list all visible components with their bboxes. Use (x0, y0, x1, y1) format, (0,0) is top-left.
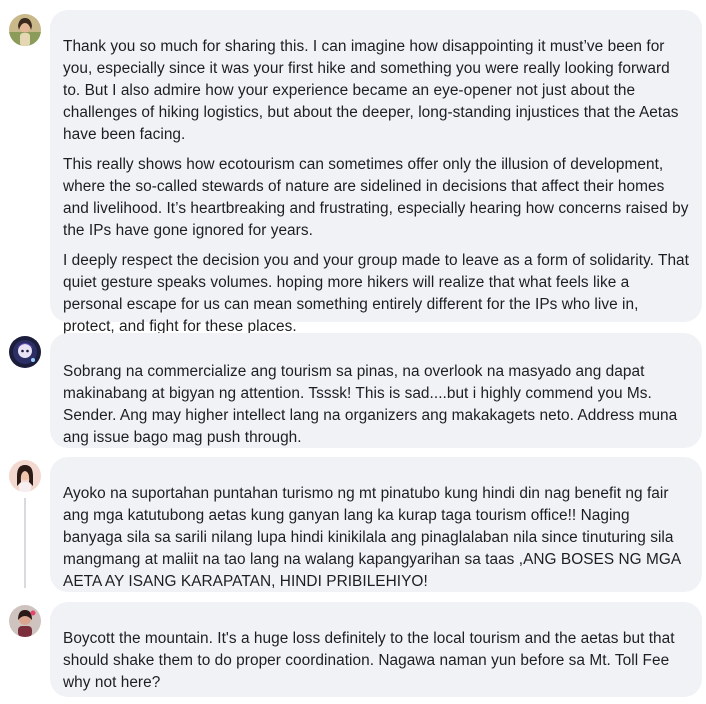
user-avatar-icon (9, 336, 41, 368)
avatar[interactable] (9, 336, 41, 368)
comment-text: Boycott the mountain. It's a huge loss d… (63, 630, 675, 691)
comment-bubble[interactable]: Sobrang na commercialize ang tourism sa … (50, 333, 702, 448)
comment-text: This really shows how ecotourism can som… (63, 156, 689, 239)
avatar[interactable] (9, 14, 41, 46)
thread-line (24, 498, 26, 588)
comment-bubble[interactable]: Ayoko na suportahan puntahan turismo ng … (50, 457, 702, 592)
user-avatar-icon (9, 14, 41, 46)
comment-text: Thank you so much for sharing this. I ca… (63, 38, 679, 143)
comment-bubble[interactable]: Thank you so much for sharing this. I ca… (50, 10, 702, 335)
avatar[interactable] (9, 605, 41, 637)
comment-text: Sobrang na commercialize ang tourism sa … (63, 363, 678, 446)
comment-bubble[interactable]: Boycott the mountain. It's a huge loss d… (50, 602, 702, 697)
user-avatar-icon (9, 460, 41, 492)
comment-text: I deeply respect the decision you and yo… (63, 252, 689, 335)
comment-text: Ayoko na suportahan puntahan turismo ng … (63, 485, 681, 590)
user-avatar-icon (9, 605, 41, 637)
avatar[interactable] (9, 460, 41, 492)
